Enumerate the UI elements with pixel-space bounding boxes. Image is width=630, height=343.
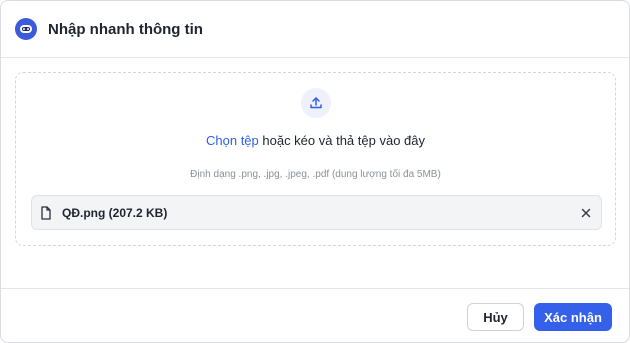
close-icon[interactable] [577,204,595,222]
uploaded-file-item: QĐ.png (207.2 KB) [31,195,602,230]
quick-import-dialog: Nhập nhanh thông tin Chọn tệp hoặc kéo v… [0,0,630,343]
drag-drop-text: hoặc kéo và thả tệp vào đây [258,133,425,148]
dialog-header: Nhập nhanh thông tin [1,1,629,58]
choose-file-link[interactable]: Chọn tệp [206,133,259,148]
file-name: QĐ.png (207.2 KB) [62,205,168,220]
robot-icon [15,18,37,40]
file-dropzone[interactable]: Chọn tệp hoặc kéo và thả tệp vào đây Địn… [15,72,616,246]
file-icon [40,205,54,221]
dialog-title: Nhập nhanh thông tin [48,20,203,38]
confirm-button[interactable]: Xác nhận [534,303,612,331]
cancel-button[interactable]: Hủy [467,303,524,331]
upload-instruction: Chọn tệp hoặc kéo và thả tệp vào đây [16,133,615,148]
format-hint: Định dạng .png, .jpg, .jpeg, .pdf (dung … [190,169,441,180]
dialog-footer: Hủy Xác nhận [1,288,629,342]
upload-icon[interactable] [301,88,331,118]
